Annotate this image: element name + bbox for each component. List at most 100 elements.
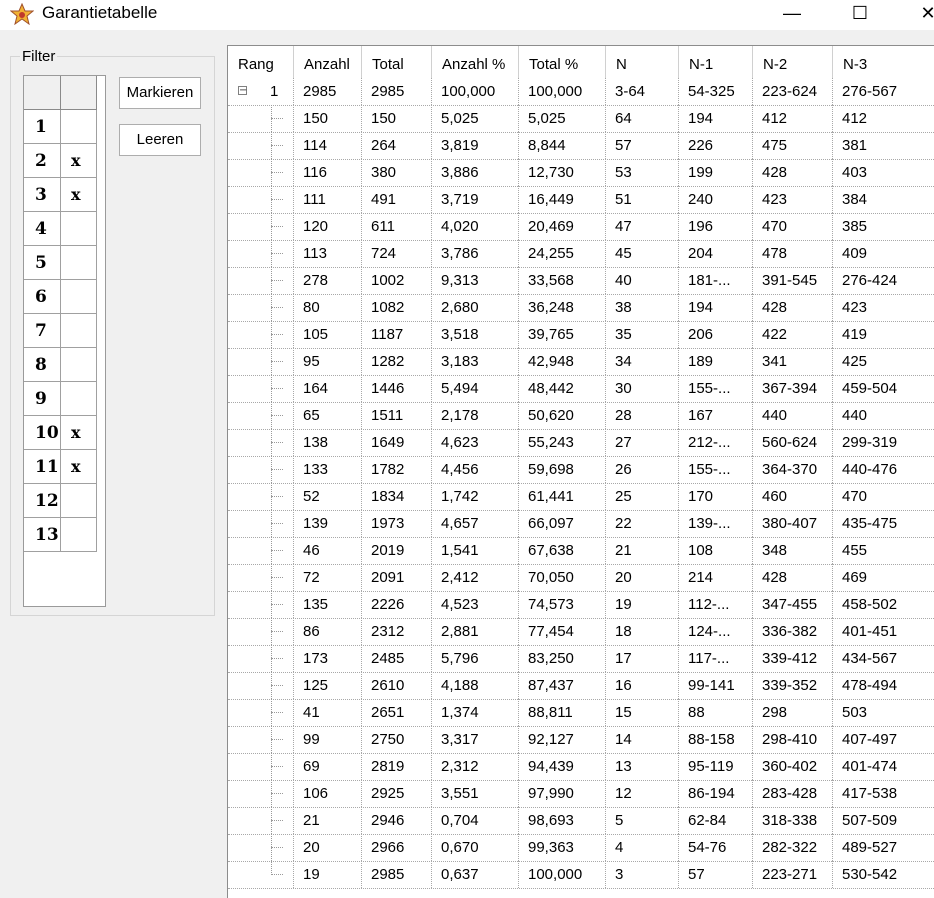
table-row[interactable]: 80 1082 2,680 36,248 38 194 428 423 bbox=[228, 294, 934, 322]
table-row[interactable]: 86 2312 2,881 77,454 18 124-... 336-382 401-451 bbox=[228, 618, 934, 646]
filter-row-mark[interactable] bbox=[61, 110, 97, 144]
table-row[interactable]: 173 2485 5,796 83,250 17 117-... 339-412 434-56… bbox=[228, 645, 934, 673]
column-header-n[interactable]: N bbox=[606, 46, 679, 78]
table-cell: 196 bbox=[679, 213, 753, 240]
filter-row-number[interactable]: 5 bbox=[24, 246, 61, 280]
table-row[interactable]: 21 2946 0,704 98,693 5 62-84 318-338 507-509 bbox=[228, 807, 934, 835]
table-row[interactable]: 114 264 3,819 8,844 57 226 475 381 bbox=[228, 132, 934, 160]
filter-row-mark[interactable] bbox=[61, 348, 97, 382]
filter-row[interactable]: 12 bbox=[24, 484, 97, 518]
table-cell: 17 bbox=[606, 645, 679, 672]
filter-row-mark[interactable] bbox=[61, 246, 97, 280]
table-cell: 3,551 bbox=[432, 780, 519, 807]
table-row[interactable]: 113 724 3,786 24,255 45 204 478 409 bbox=[228, 240, 934, 268]
table-cell: 339-352 bbox=[753, 672, 833, 699]
filter-row[interactable]: 11 x bbox=[24, 450, 97, 484]
filter-row[interactable]: 2x bbox=[24, 144, 97, 178]
table-row-root[interactable]: − 1 2985 2985 100,000 100,000 3-64 54-32… bbox=[228, 78, 934, 106]
filter-row-number[interactable]: 12 bbox=[24, 484, 61, 518]
filter-row[interactable]: 4 bbox=[24, 212, 97, 246]
table-row[interactable]: 139 1973 4,657 66,097 22 139-... 380-407 435-47… bbox=[228, 510, 934, 538]
table-row[interactable]: 111 491 3,719 16,449 51 240 423 384 bbox=[228, 186, 934, 214]
filter-row-mark[interactable]: x bbox=[61, 416, 97, 450]
table-row[interactable]: 135 2226 4,523 74,573 19 112-... 347-455 458-50… bbox=[228, 591, 934, 619]
tree-branch bbox=[271, 496, 283, 497]
column-header-rang[interactable]: Rang bbox=[228, 46, 294, 78]
filter-grid-corner[interactable] bbox=[24, 76, 61, 110]
filter-row-number[interactable]: 4 bbox=[24, 212, 61, 246]
filter-row[interactable]: 1 bbox=[24, 110, 97, 144]
table-row[interactable]: 120 611 4,020 20,469 47 196 470 385 bbox=[228, 213, 934, 241]
filter-row-number[interactable]: 8 bbox=[24, 348, 61, 382]
filter-row[interactable]: 10 x bbox=[24, 416, 97, 450]
filter-row-number[interactable]: 1 bbox=[24, 110, 61, 144]
filter-row-number[interactable]: 10 bbox=[24, 416, 61, 450]
filter-row-number[interactable]: 6 bbox=[24, 280, 61, 314]
mark-button[interactable]: Markieren bbox=[119, 77, 201, 109]
filter-row[interactable]: 7 bbox=[24, 314, 97, 348]
filter-row-number[interactable]: 11 bbox=[24, 450, 61, 484]
table-row[interactable]: 20 2966 0,670 99,363 4 54-76 282-322 489-527 bbox=[228, 834, 934, 862]
table-row[interactable]: 106 2925 3,551 97,990 12 86-194 283-428 417-538 bbox=[228, 780, 934, 808]
filter-grid-column-header[interactable] bbox=[61, 76, 97, 110]
filter-row-number[interactable]: 7 bbox=[24, 314, 61, 348]
column-header-n-2[interactable]: N-2 bbox=[753, 46, 833, 78]
filter-row-number[interactable]: 13 bbox=[24, 518, 61, 552]
table-row[interactable]: 116 380 3,886 12,730 53 199 428 403 bbox=[228, 159, 934, 187]
table-row[interactable]: 72 2091 2,412 70,050 20 214 428 469 bbox=[228, 564, 934, 592]
minimize-button[interactable]: — bbox=[769, 0, 815, 30]
filter-row-mark[interactable]: x bbox=[61, 450, 97, 484]
collapse-icon[interactable]: − bbox=[238, 86, 247, 96]
table-cell: 2985 bbox=[362, 861, 432, 888]
table-row[interactable]: 138 1649 4,623 55,243 27 212-... 560-624 299-31… bbox=[228, 429, 934, 457]
filter-row-number[interactable]: 9 bbox=[24, 382, 61, 416]
filter-row[interactable]: 3x bbox=[24, 178, 97, 212]
table-row[interactable]: 65 1511 2,178 50,620 28 167 440 440 bbox=[228, 402, 934, 430]
table-row[interactable]: 133 1782 4,456 59,698 26 155-... 364-370 440-47… bbox=[228, 456, 934, 484]
table-row[interactable]: 46 2019 1,541 67,638 21 108 348 455 bbox=[228, 537, 934, 565]
table-row[interactable]: 105 1187 3,518 39,765 35 206 422 419 bbox=[228, 321, 934, 349]
column-header-anzahl[interactable]: Anzahl bbox=[294, 46, 362, 78]
table-row[interactable]: 164 1446 5,494 48,442 30 155-... 367-394 459-50… bbox=[228, 375, 934, 403]
close-button[interactable]: ✕ bbox=[905, 0, 934, 30]
filter-row[interactable]: 13 bbox=[24, 518, 97, 552]
table-row[interactable]: 95 1282 3,183 42,948 34 189 341 425 bbox=[228, 348, 934, 376]
tree-branch bbox=[271, 793, 283, 794]
filter-row-mark[interactable] bbox=[61, 382, 97, 416]
table-row[interactable]: 19 2985 0,637 100,000 3 57 223-271 530-542 bbox=[228, 861, 934, 889]
table-row[interactable]: 99 2750 3,317 92,127 14 88-158 298-410 407-497 bbox=[228, 726, 934, 754]
filter-row-mark[interactable] bbox=[61, 484, 97, 518]
table-cell: 97,990 bbox=[519, 780, 606, 807]
guarantee-tree-table[interactable]: Rang Anzahl Total Anzahl % Total % N N-1… bbox=[227, 45, 934, 898]
filter-row-mark[interactable] bbox=[61, 280, 97, 314]
filter-row-number[interactable]: 2 bbox=[24, 144, 61, 178]
column-header-total[interactable]: Total bbox=[362, 46, 432, 78]
filter-row[interactable]: 8 bbox=[24, 348, 97, 382]
column-header-anzahl-percent[interactable]: Anzahl % bbox=[432, 46, 519, 78]
table-cell: 64 bbox=[606, 105, 679, 132]
table-cell: 530-542 bbox=[833, 861, 934, 888]
filter-row-number[interactable]: 3 bbox=[24, 178, 61, 212]
column-header-n-1[interactable]: N-1 bbox=[679, 46, 753, 78]
filter-row-mark[interactable] bbox=[61, 518, 97, 552]
filter-row[interactable]: 6 bbox=[24, 280, 97, 314]
table-row[interactable]: 278 1002 9,313 33,568 40 181-... 391-545 276-42… bbox=[228, 267, 934, 295]
filter-row-mark[interactable]: x bbox=[61, 144, 97, 178]
filter-row-mark[interactable] bbox=[61, 212, 97, 246]
filter-row-mark[interactable]: x bbox=[61, 178, 97, 212]
table-row[interactable]: 41 2651 1,374 88,811 15 88 298 503 bbox=[228, 699, 934, 727]
window-title: Garantietabelle bbox=[42, 3, 158, 22]
maximize-button[interactable]: ☐ bbox=[837, 0, 883, 30]
column-header-n-3[interactable]: N-3 bbox=[833, 46, 934, 78]
filter-row[interactable]: 5 bbox=[24, 246, 97, 280]
table-row[interactable]: 69 2819 2,312 94,439 13 95-119 360-402 401-474 bbox=[228, 753, 934, 781]
table-row[interactable]: 52 1834 1,742 61,441 25 170 460 470 bbox=[228, 483, 934, 511]
table-row[interactable]: 150 150 5,025 5,025 64 194 412 412 bbox=[228, 105, 934, 133]
tree-connector-cell bbox=[228, 699, 294, 726]
filter-row[interactable]: 9 bbox=[24, 382, 97, 416]
filter-row-mark[interactable] bbox=[61, 314, 97, 348]
filter-grid[interactable]: 1 2 x 3 x 4 5 6 7 8 9 10 x 11 x 12 13 bbox=[23, 75, 106, 607]
table-row[interactable]: 125 2610 4,188 87,437 16 99-141 339-352 478-494 bbox=[228, 672, 934, 700]
column-header-total-percent[interactable]: Total % bbox=[519, 46, 606, 78]
clear-button[interactable]: Leeren bbox=[119, 124, 201, 156]
